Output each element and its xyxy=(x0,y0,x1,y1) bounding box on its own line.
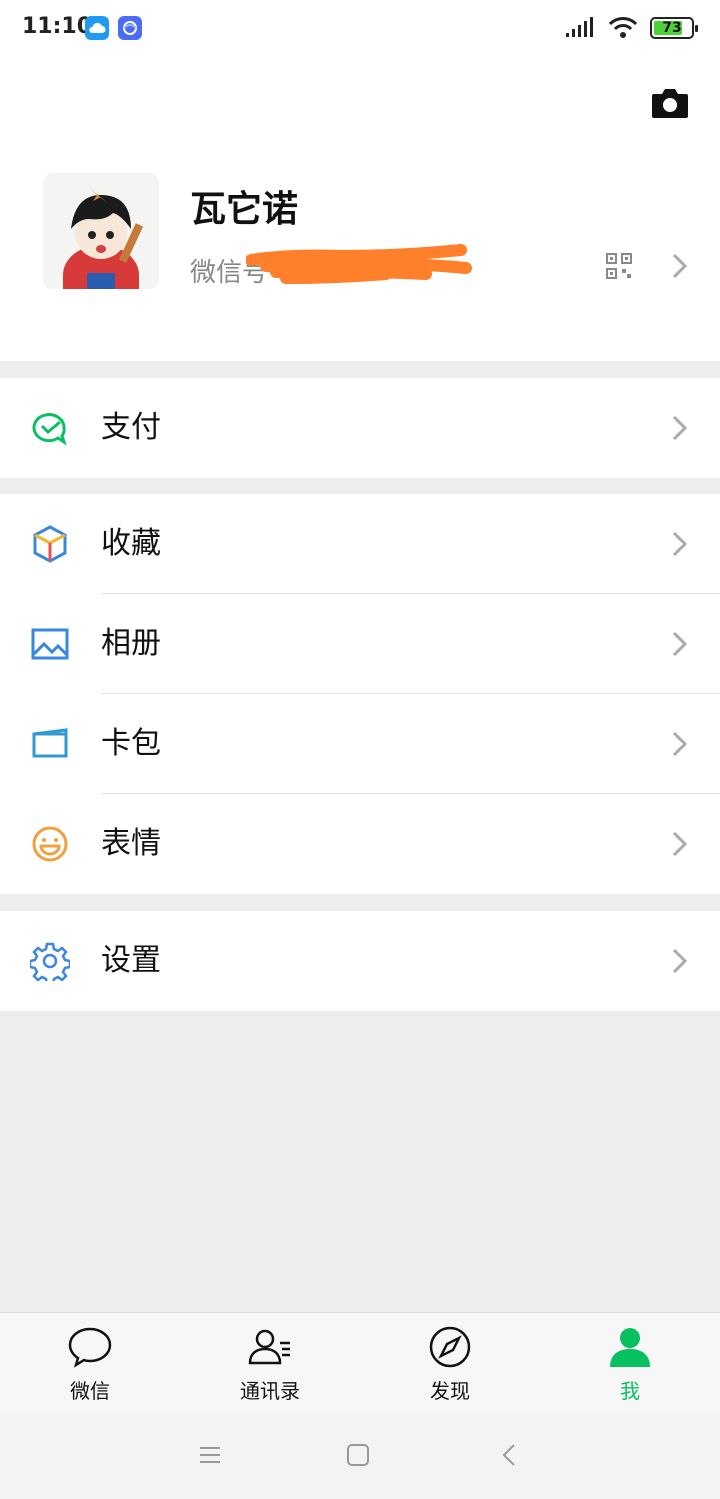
battery-icon: 73 xyxy=(650,17,698,39)
gear-icon xyxy=(30,942,70,981)
chevron-right-icon xyxy=(672,631,688,657)
app-icon xyxy=(118,16,142,40)
tab-label: 通讯录 xyxy=(240,1379,300,1403)
settings-group: 设置 xyxy=(0,911,720,1011)
menu-item-album[interactable]: 相册 xyxy=(0,594,720,694)
menu-item-label: 表情 xyxy=(101,826,161,861)
menu-item-settings[interactable]: 设置 xyxy=(0,911,720,1011)
cloud-icon xyxy=(85,16,109,40)
tab-discover[interactable]: 发现 xyxy=(360,1313,540,1413)
status-time: 11:10 xyxy=(22,14,93,39)
smiley-icon xyxy=(32,826,68,862)
home-square-icon[interactable] xyxy=(343,1440,373,1470)
qr-code-icon[interactable] xyxy=(606,253,632,279)
menu-item-favorites[interactable]: 收藏 xyxy=(0,494,720,594)
tab-contacts[interactable]: 通讯录 xyxy=(180,1313,360,1413)
avatar[interactable] xyxy=(43,173,159,289)
tab-me[interactable]: 我 xyxy=(540,1313,720,1413)
chevron-right-icon xyxy=(672,731,688,757)
tab-chats[interactable]: 微信 xyxy=(0,1313,180,1413)
pay-group: 支付 xyxy=(0,378,720,478)
menu-item-stickers[interactable]: 表情 xyxy=(0,794,720,894)
main-group: 收藏 相册 卡包 表情 xyxy=(0,494,720,894)
menu-item-label: 设置 xyxy=(101,943,161,978)
tab-label: 我 xyxy=(620,1379,640,1403)
compass-icon xyxy=(429,1326,471,1368)
chevron-right-icon xyxy=(672,415,688,441)
status-bar: 11:10 73 xyxy=(0,0,720,60)
back-arrow-icon[interactable] xyxy=(495,1440,525,1470)
menu-item-label: 相册 xyxy=(101,626,161,661)
redaction-scribble xyxy=(246,244,472,284)
menu-item-cards[interactable]: 卡包 xyxy=(0,694,720,794)
cube-icon xyxy=(33,525,67,563)
chevron-right-icon xyxy=(672,531,688,557)
menu-item-pay[interactable]: 支付 xyxy=(0,378,720,478)
menu-lines-icon[interactable] xyxy=(195,1440,225,1470)
chevron-right-icon xyxy=(672,831,688,857)
tab-bar: 微信 通讯录 发现 我 xyxy=(0,1312,720,1412)
signal-icon xyxy=(566,17,593,37)
chevron-right-icon xyxy=(672,253,688,279)
wallet-check-icon xyxy=(32,413,67,446)
profile-header[interactable]: 瓦它诺 微信号 xyxy=(0,60,720,361)
battery-level: 73 xyxy=(662,20,682,36)
menu-item-label: 卡包 xyxy=(101,726,161,761)
chevron-right-icon xyxy=(672,948,688,974)
menu-item-label: 收藏 xyxy=(101,526,161,561)
system-nav-bar xyxy=(0,1412,720,1499)
menu-item-label: 支付 xyxy=(101,410,161,445)
wifi-icon xyxy=(608,17,638,38)
chat-bubble-icon xyxy=(68,1327,112,1368)
tab-label: 发现 xyxy=(430,1379,470,1403)
person-icon xyxy=(610,1328,650,1367)
profile-name: 瓦它诺 xyxy=(190,189,299,230)
photo-icon xyxy=(31,628,69,660)
contacts-icon xyxy=(248,1329,290,1365)
tab-label: 微信 xyxy=(70,1379,110,1403)
card-wallet-icon xyxy=(32,728,68,758)
camera-icon[interactable] xyxy=(650,86,690,120)
